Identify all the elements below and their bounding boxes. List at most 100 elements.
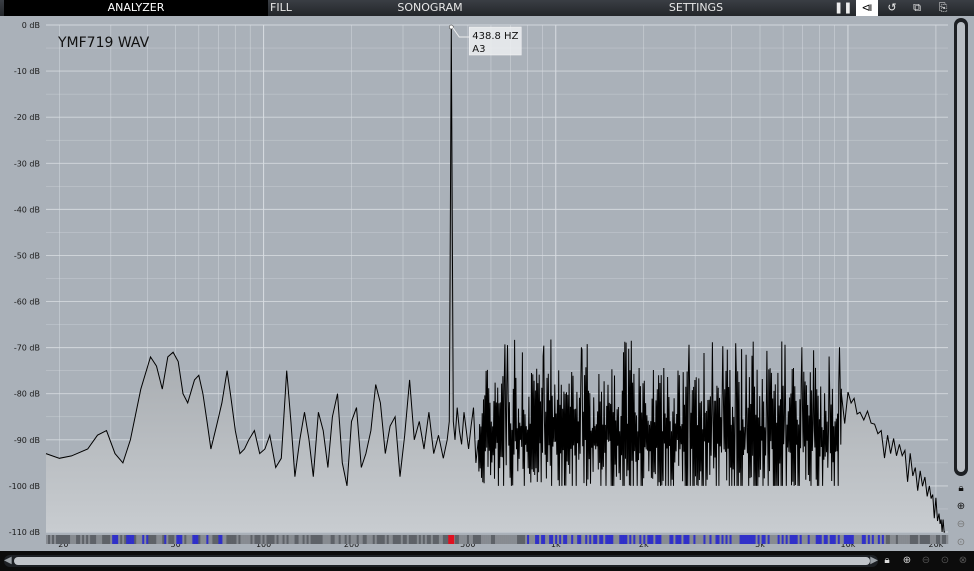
strip-cell <box>675 535 678 544</box>
strip-cell <box>352 535 355 544</box>
scroll-left-icon[interactable]: ◀ <box>4 555 12 567</box>
copy-icon[interactable]: ⧉ <box>908 0 926 16</box>
freeze-icon[interactable]: ⧏ <box>856 0 878 16</box>
strip-cell <box>719 535 722 544</box>
strip-cell <box>54 535 57 544</box>
strip-cell <box>613 535 616 544</box>
strip-cell <box>394 535 398 544</box>
strip-cell <box>282 535 285 544</box>
strip-cell <box>581 535 584 544</box>
strip-cell <box>829 535 833 544</box>
strip-cell <box>885 535 889 544</box>
strip-cell <box>665 535 668 544</box>
tab-analyzer[interactable]: ANALYZER <box>4 0 268 16</box>
strip-cell <box>737 535 740 544</box>
strip-cell <box>252 535 255 544</box>
strip-cell <box>543 535 546 544</box>
strip-cell <box>615 535 618 544</box>
strip-cell <box>855 535 859 544</box>
zoom-in-y-icon[interactable]: ⊕ <box>953 499 969 515</box>
strip-cell <box>745 535 748 544</box>
strip-cell <box>324 535 327 544</box>
strip-cell <box>643 535 646 544</box>
reset-icon[interactable]: ↺ <box>883 0 901 16</box>
strip-cell <box>442 535 446 544</box>
strip-cell <box>523 535 526 544</box>
zoom-out-x-icon[interactable]: ⊖ <box>919 554 933 568</box>
strip-cell <box>549 535 552 544</box>
strip-cell <box>569 535 572 544</box>
strip-cell <box>128 535 131 544</box>
zoom-in-x-icon[interactable]: ⊕ <box>900 554 914 568</box>
strip-cell <box>927 535 931 544</box>
strip-cell <box>256 535 259 544</box>
strip-cell <box>164 535 167 544</box>
strip-cell <box>48 535 51 544</box>
strip-cell <box>80 535 83 544</box>
strip-cell <box>509 535 512 544</box>
strip-cell <box>52 535 55 544</box>
horizontal-scroll-thumb[interactable] <box>14 557 870 565</box>
zoom-out-y-icon[interactable]: ⊖ <box>953 517 969 533</box>
strip-cell <box>761 535 764 544</box>
strip-cell <box>314 535 317 544</box>
tab-sonogram[interactable]: SONOGRAM <box>390 0 470 16</box>
strip-cell <box>881 535 885 544</box>
strip-cell <box>763 535 766 544</box>
strip-cell <box>188 535 191 544</box>
strip-cell <box>286 535 289 544</box>
zoom-fit-y-icon[interactable]: ⊙ <box>953 535 969 551</box>
strip-cell <box>681 535 684 544</box>
strip-cell <box>136 535 139 544</box>
strip-cell <box>414 535 418 544</box>
strip-cell <box>533 535 536 544</box>
strip-cell <box>573 535 576 544</box>
source-label: YMF719 WAV <box>57 35 150 51</box>
strip-cell <box>150 535 153 544</box>
strip-cell <box>503 535 506 544</box>
strip-cell <box>108 535 111 544</box>
scroll-right-icon[interactable]: ▶ <box>870 555 878 567</box>
strip-cell <box>130 535 133 544</box>
lock-y-icon[interactable]: 🔒︎ <box>953 481 969 497</box>
strip-cell <box>366 535 370 544</box>
spectrum-plot[interactable]: 0 dB -10 dB -20 dB -30 dB -40 dB -50 dB -60 dB… <box>0 16 974 551</box>
zoom-fit-x-icon[interactable]: ⊙ <box>938 554 952 568</box>
strip-cell <box>701 535 704 544</box>
strip-cell <box>717 535 720 544</box>
horizontal-scrollbar[interactable]: ◀ ▶ <box>4 555 878 567</box>
strip-cell <box>244 535 247 544</box>
strip-cell <box>60 535 63 544</box>
strip-cell <box>843 535 847 544</box>
strip-cell <box>492 535 496 544</box>
strip-cell <box>705 535 708 544</box>
zoom-reset-x-icon[interactable]: ⊗ <box>956 554 970 568</box>
pause-icon[interactable]: ❚❚ <box>834 0 852 16</box>
tab-fill[interactable]: FILL <box>270 0 330 16</box>
strip-cell <box>64 535 67 544</box>
strip-cell <box>821 535 825 544</box>
strip-cell <box>132 535 135 544</box>
vertical-scrollbar[interactable] <box>954 18 968 476</box>
strip-cell <box>408 535 412 544</box>
strip-cell <box>695 535 698 544</box>
strip-cell <box>118 535 121 544</box>
paste-icon[interactable]: ⎘ <box>934 0 952 16</box>
strip-cell <box>671 535 674 544</box>
strip-cell <box>292 535 295 544</box>
strip-cell <box>497 535 500 544</box>
strip-cell <box>779 535 782 544</box>
vertical-scroll-thumb[interactable] <box>957 22 965 472</box>
strip-cell <box>653 535 656 544</box>
strip-cell <box>939 535 943 544</box>
strip-cell <box>396 535 400 544</box>
tab-settings[interactable]: SETTINGS <box>660 0 732 16</box>
strip-cell <box>232 535 235 544</box>
lock-x-icon[interactable]: 🔒︎ <box>880 554 894 568</box>
y-tick-label: -30 dB <box>14 159 40 168</box>
strip-cell <box>683 535 686 544</box>
strip-cell <box>278 535 281 544</box>
strip-cell <box>288 535 291 544</box>
strip-cell <box>438 535 442 544</box>
strip-cell <box>332 535 335 544</box>
